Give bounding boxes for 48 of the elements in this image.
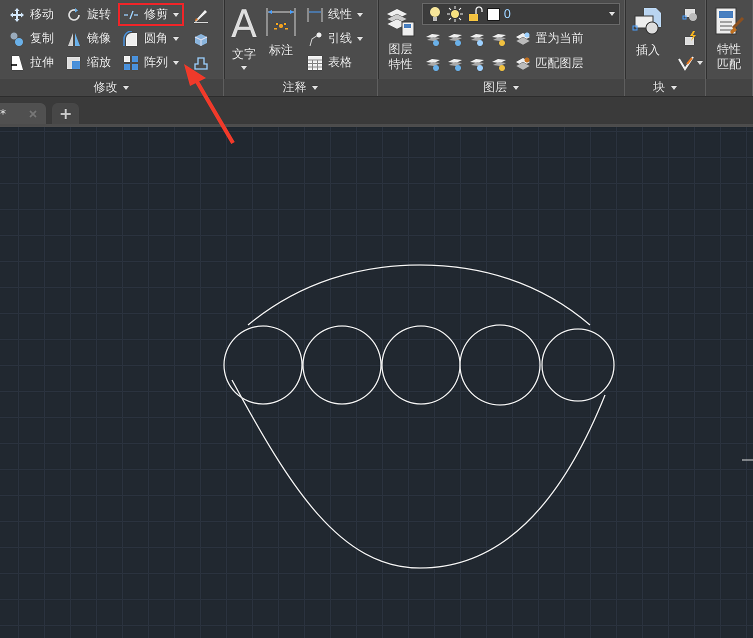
tool-button[interactable]: 修剪	[118, 3, 184, 26]
match-layer-icon	[514, 56, 531, 72]
caret-icon	[671, 86, 677, 90]
tool-button[interactable]: 拉伸	[4, 51, 59, 74]
tool-button[interactable]: 移动	[4, 3, 59, 26]
file-tab[interactable]: +	[52, 103, 80, 124]
caret-icon	[123, 86, 130, 90]
tool-button[interactable]: 标注	[262, 3, 300, 79]
fillet-icon	[123, 30, 139, 46]
mirror-icon	[66, 30, 82, 46]
panel-title[interactable]: 图层	[482, 79, 507, 96]
layer-dropdown[interactable]: 0	[422, 3, 620, 25]
file-tab[interactable]: *	[0, 103, 46, 124]
tool-button[interactable]: 图层特性	[382, 3, 420, 79]
caret-icon	[609, 12, 615, 16]
table-icon	[306, 54, 323, 70]
tool-button[interactable]: 旋转	[61, 3, 116, 26]
tool-button[interactable]: 引线	[302, 27, 368, 50]
tool-button[interactable]: A 文字	[228, 3, 260, 79]
tool-button[interactable]: 线性	[302, 3, 368, 26]
caret-icon	[312, 86, 318, 90]
linear-dimension-icon	[306, 6, 323, 22]
tool-button[interactable]: 匹配图层	[510, 52, 589, 75]
panel-title[interactable]: 注释	[282, 79, 306, 96]
rotate-icon	[66, 6, 82, 22]
tool-button[interactable]: 插入	[629, 3, 667, 79]
set-current-icon	[514, 30, 531, 46]
dimension-icon	[264, 5, 297, 39]
tool-button[interactable]: 特性匹配	[710, 3, 748, 79]
caret-icon	[512, 86, 519, 90]
tool-button[interactable]: 镜像	[61, 27, 116, 50]
panel-title[interactable]: 块	[653, 79, 665, 96]
panel-title[interactable]: 修改	[93, 79, 118, 96]
copy-icon	[9, 30, 25, 46]
tool-button[interactable]: 表格	[302, 51, 368, 74]
tool-button[interactable]: 阵列	[118, 51, 184, 74]
unlock-icon	[466, 6, 483, 22]
color-swatch	[486, 8, 500, 20]
array-icon	[123, 54, 139, 70]
stretch-icon	[9, 54, 25, 70]
leader-icon	[306, 30, 323, 46]
tool-button[interactable]: 复制	[4, 27, 59, 50]
scale-icon	[66, 54, 82, 70]
tool-button[interactable]: 置为当前	[510, 27, 589, 50]
move-icon	[9, 6, 25, 22]
tool-button[interactable]: 圆角	[118, 27, 184, 50]
sun-icon	[446, 6, 463, 22]
tool-button[interactable]: 缩放	[61, 51, 116, 74]
